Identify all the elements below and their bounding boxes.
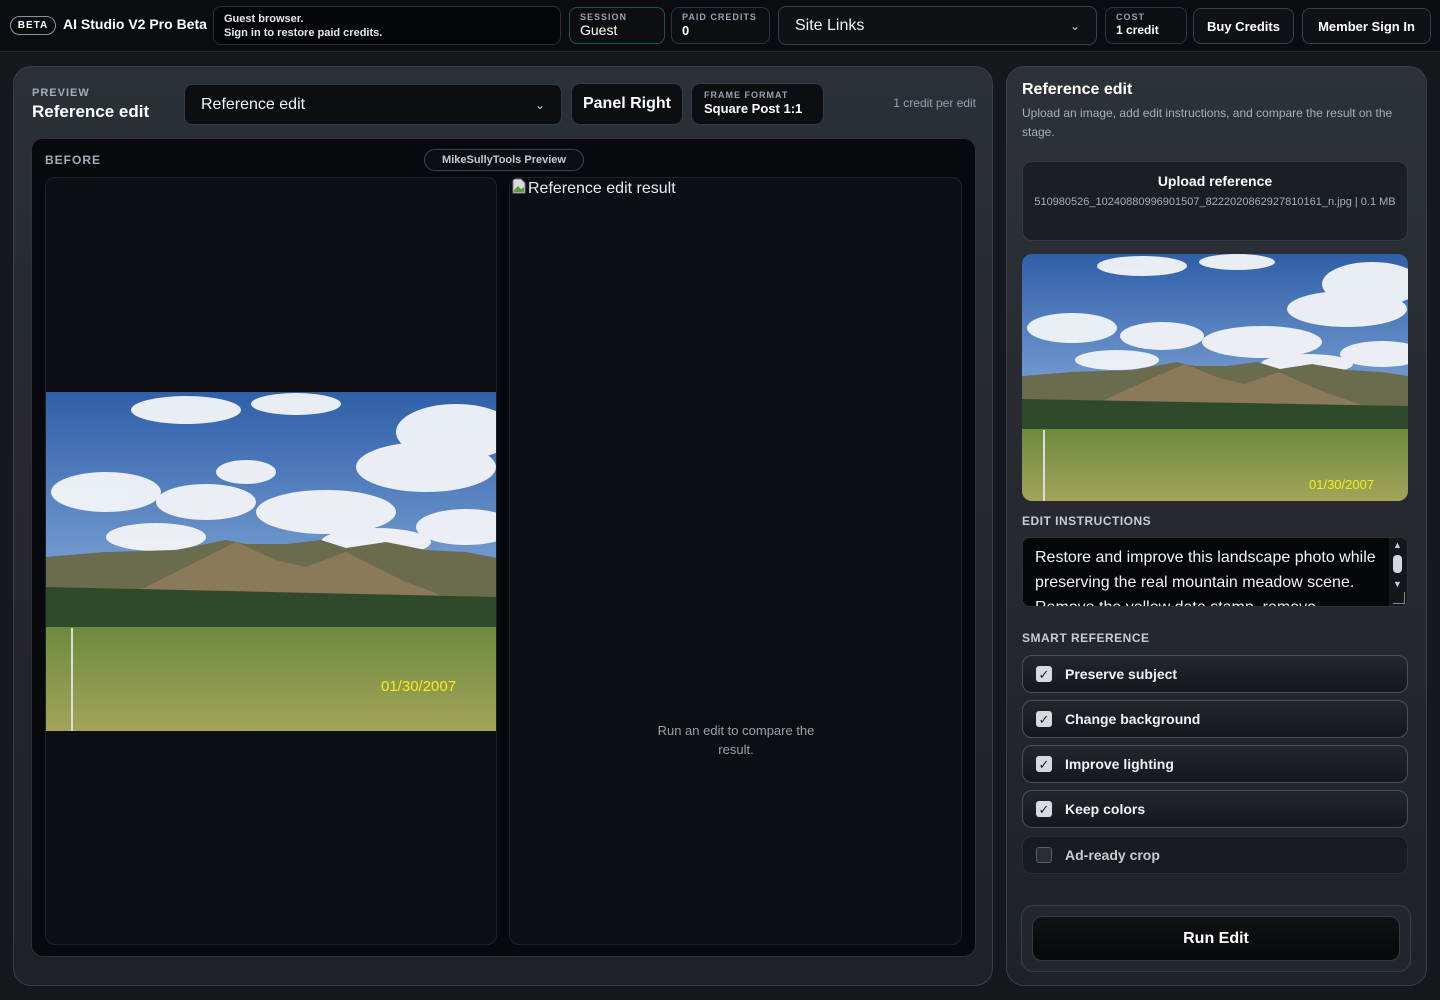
run-edit-button[interactable]: Run Edit xyxy=(1032,916,1400,961)
option-label: Ad-ready crop xyxy=(1065,847,1160,863)
option-improve-lighting[interactable]: ✓ Improve lighting xyxy=(1022,745,1408,783)
panel-right-button[interactable]: Panel Right xyxy=(571,83,683,125)
after-pane: Reference edit result Run an edit to com… xyxy=(509,177,962,945)
paid-credits-value: 0 xyxy=(682,23,690,38)
session-indicator: SESSION Guest xyxy=(569,7,665,44)
broken-image-icon xyxy=(512,178,526,199)
option-label: Change background xyxy=(1065,711,1201,727)
after-empty-message: Run an edit to compare the result. xyxy=(657,723,815,757)
edit-instructions-text: Restore and improve this landscape photo… xyxy=(1035,549,1376,606)
checkbox-checked[interactable]: ✓ xyxy=(1036,801,1052,817)
guest-status-line1: Guest browser. xyxy=(224,13,304,25)
edit-instructions-textarea[interactable]: Restore and improve this landscape photo… xyxy=(1022,537,1408,607)
buy-credits-button[interactable]: Buy Credits xyxy=(1193,8,1294,44)
checkbox-checked[interactable]: ✓ xyxy=(1036,666,1052,682)
sidebar-description: Upload an image, add edit instructions, … xyxy=(1022,106,1393,139)
checkbox-unchecked[interactable] xyxy=(1036,847,1052,863)
before-pane: 01/30/2007 xyxy=(45,177,497,945)
date-stamp: 01/30/2007 xyxy=(381,678,457,695)
reference-thumbnail: 01/30/2007 xyxy=(1022,254,1408,501)
guest-status: Guest browser. Sign in to restore paid c… xyxy=(213,6,561,45)
upload-title: Upload reference xyxy=(1157,173,1273,189)
preview-title: Reference edit xyxy=(32,102,150,121)
scroll-up-icon[interactable]: ▲ xyxy=(1393,540,1402,550)
guest-status-line2: Sign in to restore paid credits. xyxy=(224,27,383,39)
app-title: AI Studio V2 Pro Beta xyxy=(63,16,207,32)
mode-select[interactable]: Reference edit ⌄ xyxy=(184,84,562,125)
checkbox-checked[interactable]: ✓ xyxy=(1036,711,1052,727)
edit-instructions-label: EDIT INSTRUCTIONS xyxy=(1022,514,1152,528)
credit-note: 1 credit per edit xyxy=(893,96,976,110)
frame-format-label: FRAME FORMAT xyxy=(704,90,789,100)
checkmark-icon: ✓ xyxy=(1038,711,1050,727)
cost-indicator: COST 1 credit xyxy=(1105,7,1187,44)
member-sign-in-button[interactable]: Member Sign In xyxy=(1302,8,1431,44)
session-value: Guest xyxy=(580,22,618,38)
sidebar-title: Reference edit xyxy=(1022,81,1133,98)
option-keep-colors[interactable]: ✓ Keep colors xyxy=(1022,790,1408,828)
paid-credits-label: PAID CREDITS xyxy=(682,12,757,22)
frame-format-button[interactable]: FRAME FORMAT Square Post 1:1 xyxy=(691,83,824,125)
option-ad-ready-crop[interactable]: Ad-ready crop xyxy=(1022,836,1408,874)
upload-file-info: 510980526_10240880996901507_822202086292… xyxy=(1034,196,1396,208)
chevron-down-icon: ⌄ xyxy=(1069,18,1080,33)
preview-panel: PREVIEW Reference edit Reference edit ⌄ … xyxy=(13,66,993,986)
checkmark-icon: ✓ xyxy=(1038,756,1050,772)
preview-label: PREVIEW xyxy=(32,87,90,99)
checkmark-icon: ✓ xyxy=(1038,666,1050,682)
result-image-alt: Reference edit result xyxy=(528,179,676,197)
edit-sidebar: Reference edit Upload an image, add edit… xyxy=(1006,66,1427,986)
smart-reference-label: SMART REFERENCE xyxy=(1022,631,1150,645)
before-photo: 01/30/2007 xyxy=(46,392,496,731)
checkmark-icon: ✓ xyxy=(1038,801,1050,817)
mode-select-value: Reference edit xyxy=(201,95,306,113)
top-bar: BETA AI Studio V2 Pro Beta Guest browser… xyxy=(0,0,1440,52)
beta-badge: BETA xyxy=(10,16,56,35)
run-edit-container: Run Edit xyxy=(1021,905,1411,972)
result-image: Reference edit result xyxy=(512,178,676,199)
option-change-background[interactable]: ✓ Change background xyxy=(1022,700,1408,738)
cost-label: COST xyxy=(1116,12,1146,22)
compare-stage: BEFORE MikeSullyTools Preview 01/30/2007… xyxy=(31,138,976,957)
option-label: Keep colors xyxy=(1065,801,1146,817)
before-label: BEFORE xyxy=(45,153,102,167)
cost-value: 1 credit xyxy=(1116,23,1159,37)
scroll-down-icon[interactable]: ▼ xyxy=(1393,579,1402,589)
preview-watermark-badge: MikeSullyTools Preview xyxy=(424,149,584,171)
option-label: Improve lighting xyxy=(1065,756,1174,772)
option-preserve-subject[interactable]: ✓ Preserve subject xyxy=(1022,655,1408,693)
site-links-label: Site Links xyxy=(795,16,865,34)
checkbox-checked[interactable]: ✓ xyxy=(1036,756,1052,772)
resize-grip-icon[interactable] xyxy=(1393,592,1405,604)
paid-credits-indicator: PAID CREDITS 0 xyxy=(671,7,770,44)
date-stamp: 01/30/2007 xyxy=(1309,477,1375,492)
frame-format-value: Square Post 1:1 xyxy=(704,101,803,116)
site-links-select[interactable]: Site Links ⌄ xyxy=(778,6,1097,45)
option-label: Preserve subject xyxy=(1065,666,1178,682)
chevron-down-icon: ⌄ xyxy=(534,97,545,112)
scroll-thumb[interactable] xyxy=(1393,555,1402,573)
upload-reference-button[interactable]: Upload reference 510980526_1024088099690… xyxy=(1022,161,1408,241)
